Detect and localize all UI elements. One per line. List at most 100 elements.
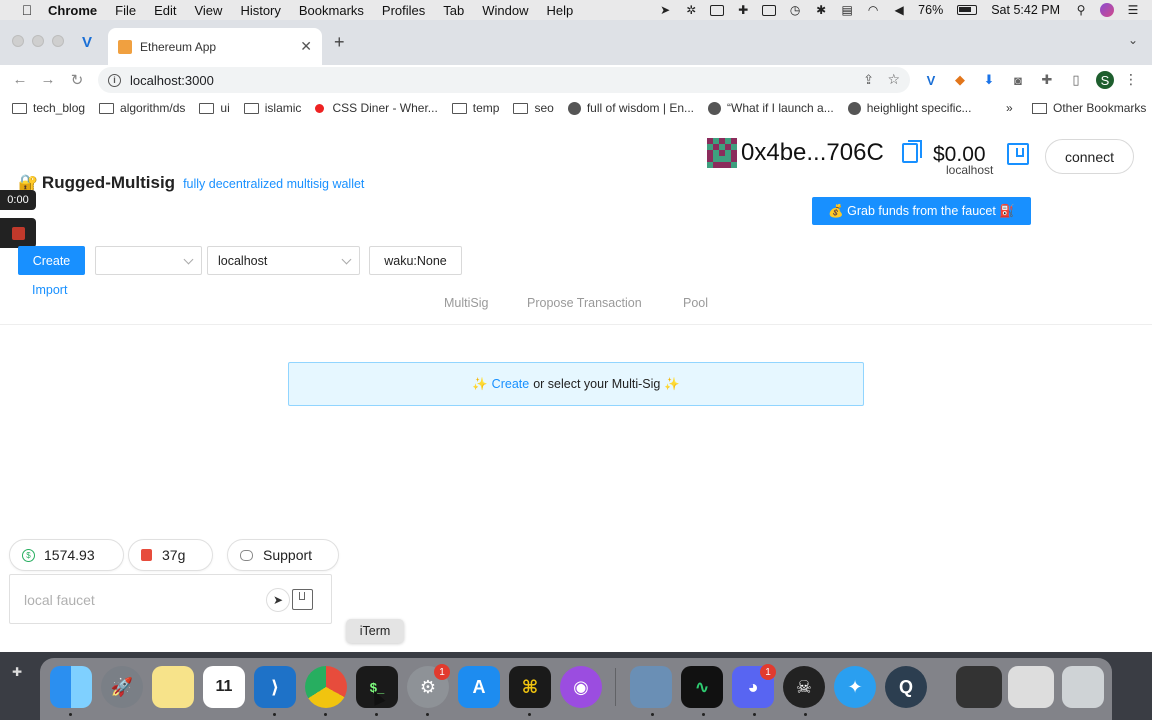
bookmark-ui[interactable]: ui (199, 101, 230, 115)
vscode-icon[interactable]: ⟩ (254, 666, 296, 708)
tab-close-icon[interactable]: ✕ (300, 38, 312, 55)
connect-button[interactable]: connect (1045, 139, 1134, 174)
address-bar[interactable]: i localhost:3000 ⇪ ☆ (98, 67, 910, 93)
flag-icon[interactable]: ▤ (840, 3, 854, 17)
tab-search-icon[interactable]: ⌄ (1128, 33, 1138, 47)
siri-icon[interactable] (1100, 3, 1114, 17)
bookmark-highlight[interactable]: heighlight specific... (847, 101, 971, 115)
chrome-icon[interactable] (305, 666, 347, 708)
bookmark-tech-blog[interactable]: tech_blog (12, 101, 85, 115)
pinned-tab-icon[interactable]: V (82, 34, 98, 51)
volume-icon[interactable]: ◀ (892, 3, 906, 17)
bookmark-what-if[interactable]: “What if I launch a... (708, 101, 834, 115)
quicktime-icon[interactable]: Q (885, 666, 927, 708)
create-link[interactable]: Create (492, 377, 530, 391)
location-icon[interactable]: ➤ (658, 3, 672, 17)
minimized-chrome-window-icon[interactable] (1008, 666, 1054, 708)
extension-v-icon[interactable]: V (922, 71, 940, 89)
battery-icon[interactable] (957, 5, 978, 15)
trash-icon[interactable] (1062, 666, 1104, 708)
app-store-icon[interactable]: A (458, 666, 500, 708)
gear-icon[interactable]: ✲ (684, 3, 698, 17)
download-icon[interactable]: ⬇ (980, 71, 998, 89)
wallet-icon[interactable] (292, 589, 313, 610)
bookmark-star-icon[interactable]: ☆ (887, 71, 900, 88)
menu-edit[interactable]: Edit (154, 3, 176, 18)
puzzle-extensions-icon[interactable]: ✚ (1038, 71, 1056, 89)
window-icon[interactable] (710, 4, 725, 16)
tab-pool[interactable]: Pool (683, 296, 708, 310)
support-button[interactable]: Support (227, 539, 339, 571)
bookmarks-overflow-icon[interactable]: » (1006, 101, 1013, 115)
bookmark-seo[interactable]: seo (513, 101, 554, 115)
activity-monitor-icon[interactable]: ∿ (681, 666, 723, 708)
tab-propose-transaction[interactable]: Propose Transaction (527, 296, 642, 310)
reload-icon[interactable]: ↻ (68, 71, 86, 89)
menu-clock[interactable]: Sat 5:42 PM (991, 3, 1060, 17)
menu-tab[interactable]: Tab (443, 3, 464, 18)
bookmark-algorithm-ds[interactable]: algorithm/ds (99, 101, 185, 115)
control-center-icon[interactable]: ☰ (1126, 3, 1140, 17)
url-text[interactable]: localhost:3000 (130, 73, 214, 88)
close-window-button[interactable] (12, 35, 24, 47)
spotlight-icon[interactable]: ⚲ (1074, 3, 1088, 17)
menu-bookmarks[interactable]: Bookmarks (299, 3, 364, 18)
waku-button[interactable]: waku:None (369, 246, 462, 275)
bluetooth-icon[interactable]: ✱ (814, 3, 828, 17)
metamask-fox-icon[interactable]: ◆ (951, 71, 969, 89)
back-icon[interactable]: ← (11, 71, 29, 88)
menu-window[interactable]: Window (482, 3, 528, 18)
finder-icon[interactable] (50, 666, 92, 708)
bookmark-islamic[interactable]: islamic (243, 101, 301, 115)
chrome-menu-icon[interactable]: ⋮ (1124, 71, 1138, 88)
command-icon[interactable]: ⌘ (509, 666, 551, 708)
apple-menu-icon[interactable]:  (18, 2, 36, 18)
copy-icon[interactable] (902, 140, 922, 163)
camera-icon[interactable]: ◙ (1009, 71, 1027, 89)
safari-icon[interactable]: ✦ (834, 666, 876, 708)
menu-help[interactable]: Help (547, 3, 574, 18)
menu-history[interactable]: History (240, 3, 280, 18)
stop-recording-button[interactable] (0, 218, 36, 248)
account-address[interactable]: 0x4be...706C (741, 139, 884, 167)
wallet-icon[interactable] (1007, 143, 1029, 165)
menu-file[interactable]: File (115, 3, 136, 18)
menu-profiles[interactable]: Profiles (382, 3, 425, 18)
bookmark-temp[interactable]: temp (451, 101, 499, 115)
skull-app-icon[interactable]: ☠ (783, 666, 825, 708)
forward-icon[interactable]: → (39, 71, 57, 88)
wifi-icon[interactable]: ◠ (866, 3, 880, 17)
multisig-select[interactable] (95, 246, 202, 275)
gas-price-pill[interactable]: 37g (128, 539, 213, 571)
minimized-window-icon[interactable] (956, 666, 1002, 708)
bookmark-full-of-wisdom[interactable]: full of wisdom | En... (567, 101, 694, 115)
send-icon[interactable]: ➤ (266, 588, 290, 612)
share-icon[interactable]: ⇪ (863, 72, 874, 88)
time-machine-icon[interactable]: ◷ (788, 3, 802, 17)
message-icon[interactable] (762, 4, 777, 16)
new-tab-icon[interactable]: + (334, 32, 345, 53)
plus-icon[interactable]: ✚ (736, 3, 750, 17)
create-button[interactable]: Create (18, 246, 85, 275)
minimize-window-button[interactable] (32, 35, 44, 47)
faucet-address-input[interactable]: local faucet (24, 592, 95, 608)
side-panel-icon[interactable]: ▯ (1067, 71, 1085, 89)
calendar-icon[interactable]: 11 (203, 666, 245, 708)
other-bookmarks[interactable]: Other Bookmarks (1032, 101, 1146, 115)
app-title[interactable]: Rugged-Multisig (42, 173, 175, 193)
zoom-window-button[interactable] (52, 35, 64, 47)
menu-view[interactable]: View (194, 3, 222, 18)
podcasts-icon[interactable]: ◉ (560, 666, 602, 708)
tab-ethereum-app[interactable]: Ethereum App ✕ (108, 28, 322, 65)
faucet-button[interactable]: 💰 Grab funds from the faucet ⛽️ (812, 197, 1031, 225)
launchpad-icon[interactable]: 🚀 (101, 666, 143, 708)
notes-icon[interactable] (152, 666, 194, 708)
network-select[interactable]: localhost (207, 246, 360, 275)
bookmark-css-diner[interactable]: CSS Diner - Wher... (315, 101, 438, 115)
profile-avatar[interactable]: S (1096, 71, 1114, 89)
site-info-icon[interactable]: i (108, 73, 121, 87)
tab-multisig[interactable]: MultiSig (444, 296, 488, 310)
menu-app-name[interactable]: Chrome (48, 3, 97, 18)
eth-price-pill[interactable]: $ 1574.93 (9, 539, 124, 571)
preview-icon[interactable] (630, 666, 672, 708)
